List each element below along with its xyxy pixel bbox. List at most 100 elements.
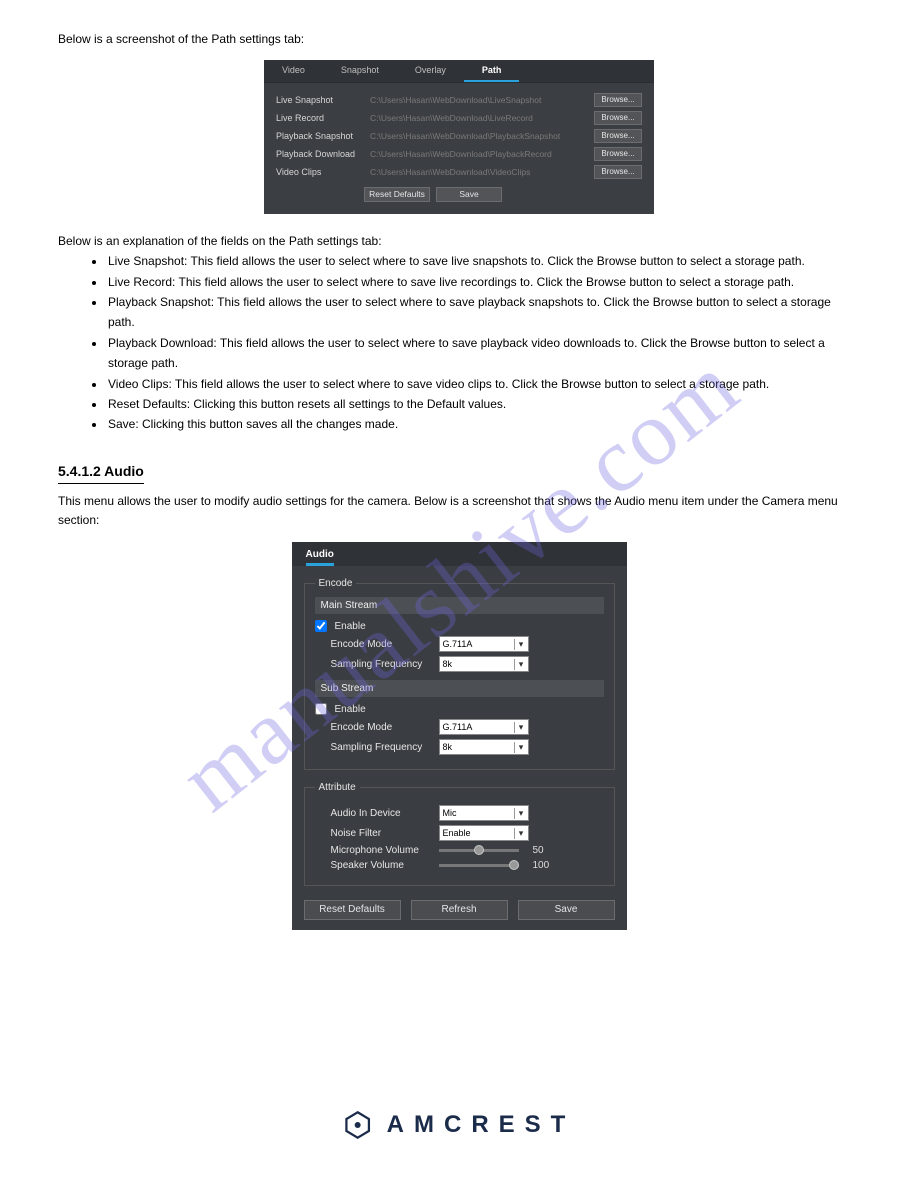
tab-path[interactable]: Path xyxy=(464,60,520,82)
main-encode-mode-value: G.711A xyxy=(443,639,473,649)
bullet-reset-defaults: Reset Defaults: Clicking this button res… xyxy=(106,394,860,414)
main-encode-mode-label: Encode Mode xyxy=(331,639,433,650)
speaker-volume-thumb[interactable] xyxy=(509,860,519,870)
attribute-legend: Attribute xyxy=(315,782,360,793)
mic-volume-slider[interactable] xyxy=(439,849,519,852)
sub-stream-header: Sub Stream xyxy=(315,680,604,697)
speaker-volume-label: Speaker Volume xyxy=(331,860,433,871)
noise-filter-label: Noise Filter xyxy=(331,828,433,839)
tab-video[interactable]: Video xyxy=(264,60,323,82)
value-live-record: C:\Users\Hasan\WebDownload\LiveRecord xyxy=(370,113,588,123)
main-enable-label: Enable xyxy=(335,621,366,632)
noise-filter-value: Enable xyxy=(443,828,471,838)
attribute-fieldset: Attribute Audio In Device Mic ▾ Noise Fi… xyxy=(304,782,615,886)
bullet-save: Save: Clicking this button saves all the… xyxy=(106,414,860,434)
path-save-button[interactable]: Save xyxy=(436,187,502,202)
main-encode-mode-row: Encode Mode G.711A ▾ xyxy=(331,636,604,652)
browse-playback-download[interactable]: Browse... xyxy=(594,147,642,161)
browse-video-clips[interactable]: Browse... xyxy=(594,165,642,179)
audio-reset-defaults-button[interactable]: Reset Defaults xyxy=(304,900,401,920)
bullet-playback-snapshot: Playback Snapshot: This field allows the… xyxy=(106,292,860,333)
value-live-snapshot: C:\Users\Hasan\WebDownload\LiveSnapshot xyxy=(370,95,588,105)
label-video-clips: Video Clips xyxy=(276,167,364,177)
value-playback-snapshot: C:\Users\Hasan\WebDownload\PlaybackSnaps… xyxy=(370,131,588,141)
hexagon-icon xyxy=(343,1110,373,1140)
path-tabs: Video Snapshot Overlay Path xyxy=(264,60,654,82)
sub-sampling-row: Sampling Frequency 8k ▾ xyxy=(331,739,604,755)
audio-tabbar: Audio xyxy=(292,542,627,566)
mic-volume-row: Microphone Volume 50 xyxy=(331,845,604,856)
sub-encode-mode-select[interactable]: G.711A ▾ xyxy=(439,719,529,735)
brand-text: AMCREST xyxy=(387,1111,576,1139)
path-panel: Video Snapshot Overlay Path Live Snapsho… xyxy=(264,60,654,214)
tab-overlay[interactable]: Overlay xyxy=(397,60,464,82)
main-sampling-label: Sampling Frequency xyxy=(331,659,433,670)
value-video-clips: C:\Users\Hasan\WebDownload\VideoClips xyxy=(370,167,588,177)
mic-volume-thumb[interactable] xyxy=(474,845,484,855)
sub-encode-mode-label: Encode Mode xyxy=(331,722,433,733)
chevron-down-icon: ▾ xyxy=(514,742,528,753)
encode-legend: Encode xyxy=(315,578,357,589)
audio-save-button[interactable]: Save xyxy=(518,900,615,920)
sub-enable-checkbox[interactable] xyxy=(315,703,327,715)
chevron-down-icon: ▾ xyxy=(514,828,528,839)
speaker-volume-slider[interactable] xyxy=(439,864,519,867)
audio-in-row: Audio In Device Mic ▾ xyxy=(331,805,604,821)
audio-refresh-button[interactable]: Refresh xyxy=(411,900,508,920)
sub-enable-row: Enable xyxy=(315,703,604,715)
tab-snapshot[interactable]: Snapshot xyxy=(323,60,397,82)
main-encode-mode-select[interactable]: G.711A ▾ xyxy=(439,636,529,652)
chevron-down-icon: ▾ xyxy=(514,808,528,819)
mic-volume-label: Microphone Volume xyxy=(331,845,433,856)
encode-fieldset: Encode Main Stream Enable Encode Mode G.… xyxy=(304,578,615,770)
speaker-volume-value: 100 xyxy=(533,860,550,871)
chevron-down-icon: ▾ xyxy=(514,639,528,650)
path-button-row: Reset Defaults Save xyxy=(364,187,642,202)
row-live-record: Live Record C:\Users\Hasan\WebDownload\L… xyxy=(276,111,642,125)
speaker-volume-row: Speaker Volume 100 xyxy=(331,860,604,871)
intro-text: Below is a screenshot of the Path settin… xyxy=(58,30,860,48)
chevron-down-icon: ▾ xyxy=(514,722,528,733)
sub-encode-mode-row: Encode Mode G.711A ▾ xyxy=(331,719,604,735)
main-sampling-value: 8k xyxy=(443,659,453,669)
sub-sampling-select[interactable]: 8k ▾ xyxy=(439,739,529,755)
bullet-video-clips: Video Clips: This field allows the user … xyxy=(106,374,860,394)
noise-filter-select[interactable]: Enable ▾ xyxy=(439,825,529,841)
label-playback-download: Playback Download xyxy=(276,149,364,159)
bullet-live-snapshot: Live Snapshot: This field allows the use… xyxy=(106,251,860,271)
audio-section-heading: 5.4.1.2 Audio xyxy=(58,463,144,484)
bullet-live-record: Live Record: This field allows the user … xyxy=(106,272,860,292)
row-playback-snapshot: Playback Snapshot C:\Users\Hasan\WebDown… xyxy=(276,129,642,143)
audio-button-row: Reset Defaults Refresh Save xyxy=(292,894,627,920)
bullet-playback-download: Playback Download: This field allows the… xyxy=(106,333,860,374)
path-reset-defaults-button[interactable]: Reset Defaults xyxy=(364,187,430,202)
sub-encode-mode-value: G.711A xyxy=(443,722,473,732)
audio-in-value: Mic xyxy=(443,808,457,818)
row-live-snapshot: Live Snapshot C:\Users\Hasan\WebDownload… xyxy=(276,93,642,107)
tab-audio[interactable]: Audio xyxy=(306,549,334,566)
chevron-down-icon: ▾ xyxy=(514,659,528,670)
audio-in-label: Audio In Device xyxy=(331,808,433,819)
sub-enable-label: Enable xyxy=(335,704,366,715)
row-video-clips: Video Clips C:\Users\Hasan\WebDownload\V… xyxy=(276,165,642,179)
main-enable-row: Enable xyxy=(315,620,604,632)
sub-sampling-label: Sampling Frequency xyxy=(331,742,433,753)
main-sampling-select[interactable]: 8k ▾ xyxy=(439,656,529,672)
audio-desc: This menu allows the user to modify audi… xyxy=(58,492,860,530)
main-sampling-row: Sampling Frequency 8k ▾ xyxy=(331,656,604,672)
label-playback-snapshot: Playback Snapshot xyxy=(276,131,364,141)
browse-live-snapshot[interactable]: Browse... xyxy=(594,93,642,107)
audio-panel: Audio Encode Main Stream Enable Encode M… xyxy=(292,542,627,930)
label-live-snapshot: Live Snapshot xyxy=(276,95,364,105)
main-enable-checkbox[interactable] xyxy=(315,620,327,632)
row-playback-download: Playback Download C:\Users\Hasan\WebDown… xyxy=(276,147,642,161)
browse-playback-snapshot[interactable]: Browse... xyxy=(594,129,642,143)
noise-filter-row: Noise Filter Enable ▾ xyxy=(331,825,604,841)
path-bullets: Live Snapshot: This field allows the use… xyxy=(58,251,860,435)
sub-sampling-value: 8k xyxy=(443,742,453,752)
path-desc: Below is an explanation of the fields on… xyxy=(58,232,860,251)
label-live-record: Live Record xyxy=(276,113,364,123)
browse-live-record[interactable]: Browse... xyxy=(594,111,642,125)
main-stream-header: Main Stream xyxy=(315,597,604,614)
audio-in-select[interactable]: Mic ▾ xyxy=(439,805,529,821)
